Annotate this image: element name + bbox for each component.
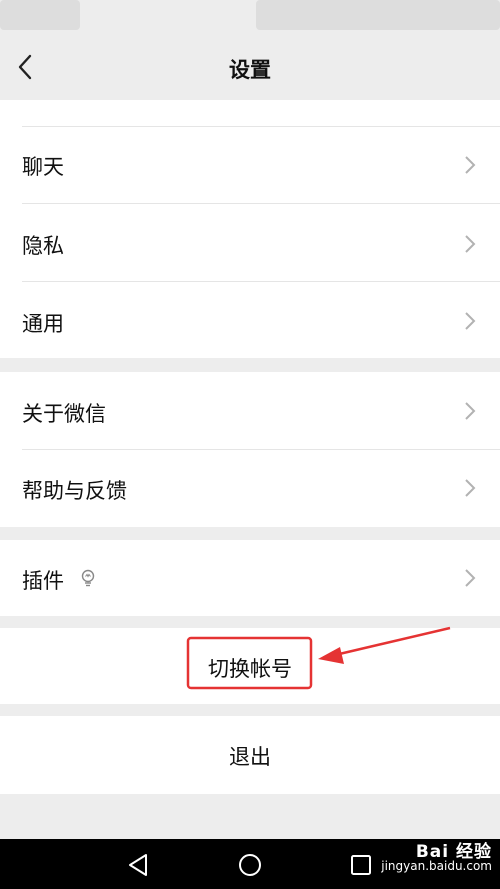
menu-item-label: 帮助与反馈 [22,479,127,503]
logout-button[interactable]: 退出 [0,716,500,794]
chevron-right-icon [465,569,476,587]
menu-item-label: 关于微信 [22,402,106,426]
settings-group-3: 插件 [0,540,500,616]
menu-item-chat[interactable]: 聊天 [0,127,500,203]
nav-recents-icon[interactable] [348,852,374,878]
menu-item-label: 聊天 [22,155,64,179]
lightbulb-icon [81,569,95,587]
chevron-right-icon [465,156,476,174]
logout-label: 退出 [229,745,271,769]
nav-back-icon[interactable] [126,852,152,878]
menu-item-label: 通用 [22,312,64,336]
menu-item-general[interactable]: 通用 [0,282,500,358]
navigation-bar: Bai 经验 jingyan.baidu.com [0,839,500,889]
menu-item-label: 插件 [22,569,64,593]
switch-account-button[interactable]: 切换帐号 [0,628,500,704]
settings-group-1: 聊天 隐私 通用 [0,100,500,358]
baidu-jingyan-watermark: Bai 经验 jingyan.baidu.com [381,842,492,874]
chevron-right-icon [465,312,476,330]
header: 设置 [0,34,500,100]
status-bar [0,0,500,34]
nav-home-icon[interactable] [237,852,263,878]
menu-item-help-feedback[interactable]: 帮助与反馈 [0,450,500,527]
settings-group-2: 关于微信 帮助与反馈 [0,372,500,527]
switch-account-label: 切换帐号 [208,657,292,681]
watermark-brand: Bai 经验 [415,842,492,862]
menu-item-privacy[interactable]: 隐私 [0,204,500,281]
status-blur-right [256,0,500,30]
chevron-right-icon [465,402,476,420]
menu-item-about-wechat[interactable]: 关于微信 [0,372,500,449]
watermark-url: jingyan.baidu.com [381,859,492,873]
status-blur-left [0,0,80,30]
menu-item-plugins[interactable]: 插件 [0,540,500,616]
page-title: 设置 [229,58,271,82]
chevron-right-icon [465,235,476,253]
menu-item-label: 隐私 [22,234,64,258]
chevron-right-icon [465,479,476,497]
